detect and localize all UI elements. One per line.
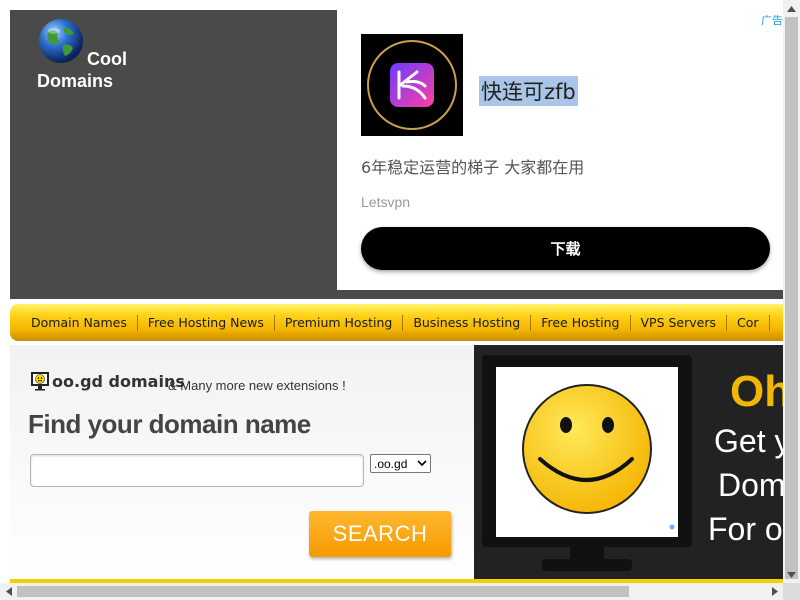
domain-search-panel: oo.gd domains & Many more new extensions… (10, 345, 474, 581)
main-nav: Domain Names Free Hosting News Premium H… (10, 304, 783, 341)
extension-row: oo.gd domains (30, 371, 185, 391)
search-button[interactable]: SEARCH (309, 511, 451, 557)
nav-item-free-hosting[interactable]: Free Hosting (531, 314, 631, 331)
scroll-up-arrow-icon[interactable] (783, 0, 800, 17)
nav-item-business-hosting[interactable]: Business Hosting (403, 314, 532, 331)
letsvpn-app-icon[interactable] (361, 34, 463, 136)
find-domain-title: Find your domain name (28, 409, 311, 439)
nav-item-premium-hosting[interactable]: Premium Hosting (275, 314, 404, 331)
advertisement[interactable]: 广告 快连可zfb 6年稳定运营的梯子 大家都在用 Letsvpn 下载 (337, 10, 783, 290)
horizontal-scrollbar[interactable] (0, 583, 783, 600)
logo-text-cool[interactable]: Cool (87, 49, 127, 70)
ad-subtitle[interactable]: 6年稳定运营的梯子 大家都在用 (361, 154, 584, 178)
domain-search-input[interactable] (30, 454, 364, 487)
ad-brand[interactable]: Letsvpn (361, 194, 410, 210)
globe-icon[interactable] (38, 18, 84, 64)
horizontal-scroll-thumb[interactable] (17, 586, 629, 597)
ad-title[interactable]: 快连可zfb (479, 76, 578, 106)
scroll-right-arrow-icon[interactable] (766, 583, 783, 600)
logo-text-domains[interactable]: Domains (37, 71, 113, 92)
tld-selected-value: .oo.gd (374, 456, 408, 471)
nav-item-domain-names[interactable]: Domain Names (10, 314, 138, 331)
tld-select[interactable]: .oo.gd (370, 454, 431, 473)
scroll-down-arrow-icon[interactable] (783, 566, 800, 583)
promo-line-1: Get y (714, 423, 783, 459)
promo-headline: Oh (730, 367, 783, 416)
nav-item-contact[interactable]: Cor (727, 314, 770, 331)
vertical-scroll-thumb[interactable] (785, 17, 798, 579)
scroll-left-arrow-icon[interactable] (0, 583, 17, 600)
ad-label[interactable]: 广告 (761, 12, 783, 28)
promo-line-2: Dom (718, 467, 783, 503)
smiley-monitor-icon (482, 355, 692, 571)
page: Cool Domains 广告 快连可zfb 6年稳定运营的梯子 大家都在用 L… (0, 0, 800, 600)
extension-more-text: & Many more new extensions ! (168, 378, 346, 393)
nav-item-free-hosting-news[interactable]: Free Hosting News (138, 314, 275, 331)
nav-item-vps-servers[interactable]: VPS Servers (631, 314, 728, 331)
ad-download-button[interactable]: 下载 (361, 227, 770, 270)
smiley-monitor-small-icon (31, 372, 49, 391)
vertical-scrollbar[interactable] (783, 0, 800, 583)
scrollbar-corner (783, 583, 800, 600)
extension-domain-label: oo.gd domains (52, 371, 185, 391)
chevron-down-icon (417, 460, 427, 467)
promo-line-3: For o (708, 511, 783, 547)
promo-banner[interactable]: Oh Get y Dom For o (474, 345, 783, 581)
